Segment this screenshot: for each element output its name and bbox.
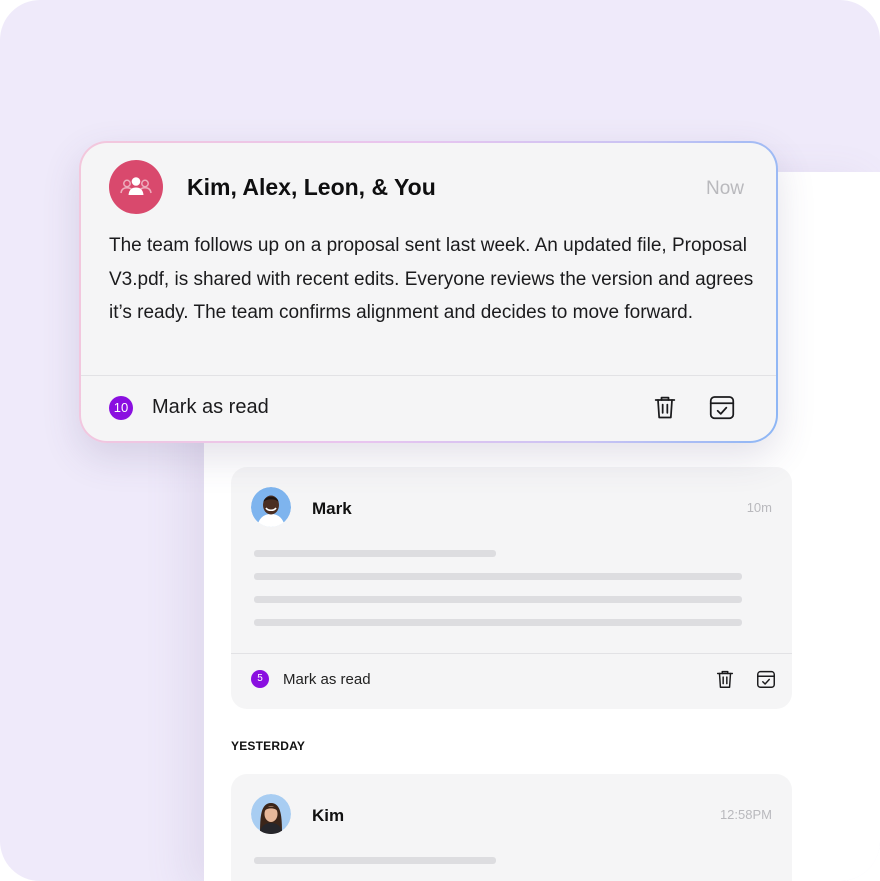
unread-count-badge: 5	[251, 670, 269, 688]
card-divider	[81, 375, 776, 376]
card-divider	[231, 653, 792, 654]
calendar-check-icon[interactable]	[755, 668, 777, 690]
text-placeholder	[254, 550, 496, 557]
sender-name: Kim	[312, 806, 345, 825]
text-placeholder	[254, 573, 742, 580]
message-time: 10m	[746, 500, 772, 515]
calendar-check-icon[interactable]	[707, 392, 737, 422]
app-frame: Mark 10m 5 Mark as read YESTERDAY Kim 12…	[0, 0, 880, 881]
mark-as-read-button[interactable]: Mark as read	[152, 396, 269, 419]
expanded-notification-body: Kim, Alex, Leon, & You Now The team foll…	[81, 143, 776, 441]
card-header: Mark 10m	[251, 487, 772, 527]
group-icon	[120, 177, 152, 195]
expanded-notification[interactable]: Kim, Alex, Leon, & You Now The team foll…	[79, 141, 778, 443]
trash-icon[interactable]	[651, 393, 679, 421]
text-placeholder	[254, 596, 742, 603]
conversation-title: Kim, Alex, Leon, & You	[187, 174, 436, 200]
notification-card-kim[interactable]: Kim 12:58PM	[231, 774, 792, 881]
message-time: 12:58PM	[719, 807, 772, 822]
group-avatar	[109, 160, 163, 214]
text-placeholder	[254, 857, 496, 864]
text-placeholder	[254, 619, 742, 626]
message-body: The team follows up on a proposal sent l…	[109, 235, 754, 323]
sender-name: Mark	[312, 499, 352, 518]
notification-card-mark[interactable]: Mark 10m 5 Mark as read	[231, 467, 792, 709]
avatar	[251, 487, 291, 527]
section-label-yesterday: YESTERDAY	[231, 739, 306, 753]
avatar	[251, 794, 291, 834]
trash-icon[interactable]	[714, 668, 736, 690]
mark-as-read-button[interactable]: Mark as read	[283, 671, 371, 688]
message-time: Now	[705, 178, 744, 199]
card-header: Kim 12:58PM	[251, 794, 772, 834]
unread-count-badge: 10	[109, 396, 133, 420]
